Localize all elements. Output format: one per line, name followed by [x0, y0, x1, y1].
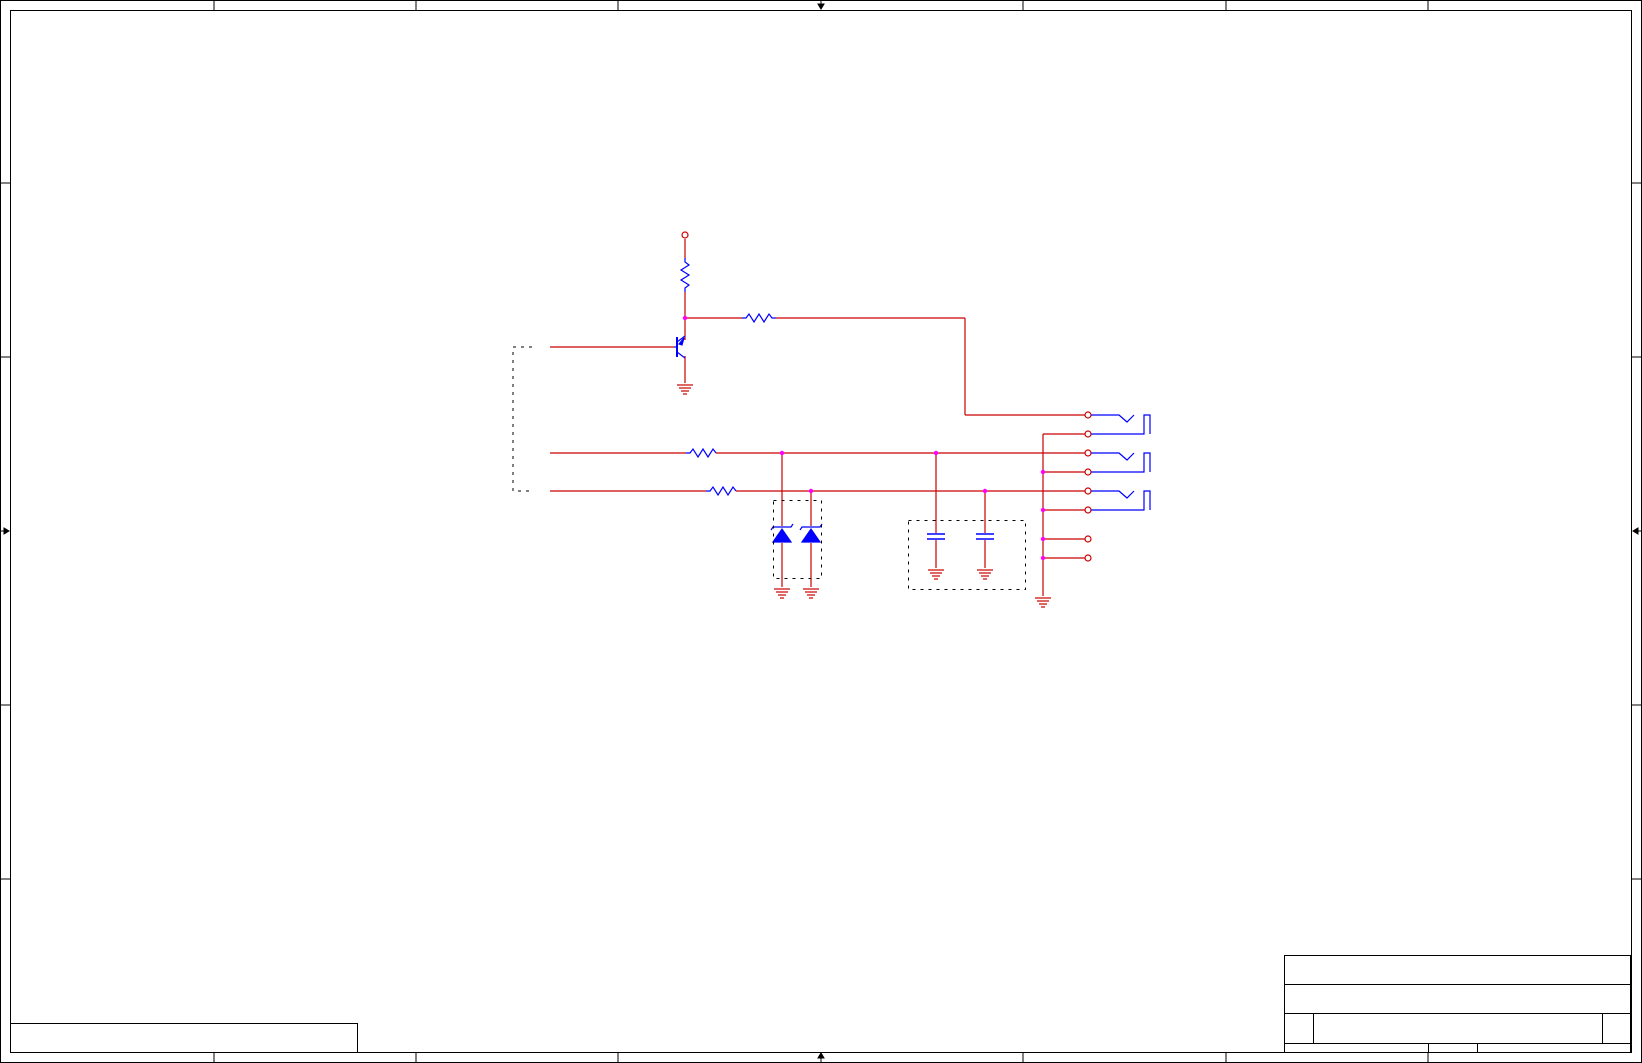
junction-dot — [682, 315, 688, 321]
jack-tip-icon — [1091, 490, 1135, 499]
connector-pin-icon[interactable] — [1084, 535, 1092, 543]
connector-pin-icon[interactable] — [1084, 554, 1092, 562]
junction-dot — [1040, 555, 1046, 561]
jack-sleeve-icon — [1091, 452, 1151, 473]
drawing-frame — [0, 0, 1642, 1063]
capacitor-group-outline — [908, 520, 1026, 590]
capacitors — [927, 533, 994, 540]
jack-tip-icon — [1091, 414, 1135, 423]
junction-dot — [1040, 507, 1046, 513]
connector-pin-icon[interactable] — [1084, 411, 1092, 419]
arrow-left-icon — [1632, 527, 1639, 535]
connector-pin-icon[interactable] — [1084, 468, 1092, 476]
schematic-canvas[interactable] — [0, 0, 1642, 1063]
hierarchical-block-outline[interactable] — [512, 346, 532, 492]
outer-border — [0, 0, 1642, 1063]
diode-1[interactable] — [770, 523, 794, 543]
ground-icon — [928, 569, 944, 580]
ground-icon — [677, 384, 693, 395]
junctions — [682, 315, 1046, 561]
diodes — [770, 523, 823, 543]
dashed-groups — [512, 346, 1026, 590]
junction-dot — [1040, 536, 1046, 542]
connector-pin-icon[interactable] — [1084, 487, 1092, 495]
junction-dot — [779, 450, 785, 456]
connector[interactable] — [1084, 411, 1151, 562]
resistors — [679, 258, 776, 497]
connector-pin-icon[interactable] — [1084, 506, 1092, 514]
jack-sleeve-icon — [1091, 414, 1151, 435]
transistor[interactable] — [674, 335, 686, 359]
jack-sleeve-icon — [1091, 490, 1151, 511]
schematic-sheet — [0, 0, 1642, 1063]
title-block-frame — [1284, 955, 1631, 1053]
ground-icon — [774, 588, 790, 599]
capacitor-1[interactable] — [927, 533, 945, 540]
revision-block — [10, 1023, 358, 1053]
power-port-icon[interactable] — [681, 231, 689, 239]
connector-pin-icon[interactable] — [1084, 430, 1092, 438]
arrow-right-icon — [3, 527, 10, 535]
jack-tip-icon — [1091, 452, 1135, 461]
arrow-up-icon — [817, 1052, 825, 1059]
connector-pin-icon[interactable] — [1084, 449, 1092, 457]
center-markers — [0, 0, 1642, 1063]
resistor-pullup[interactable] — [679, 258, 691, 292]
resistor-line2[interactable] — [686, 447, 717, 459]
junction-dot — [1040, 469, 1046, 475]
grounds — [677, 384, 1051, 608]
capacitor-2[interactable] — [976, 533, 994, 540]
junction-dot — [933, 450, 939, 456]
junction-dot — [808, 488, 814, 494]
arrow-down-icon — [817, 3, 825, 10]
ground-icon — [977, 569, 993, 580]
revision-block-frame — [10, 1023, 358, 1053]
diode-2[interactable] — [799, 523, 823, 543]
inner-border — [10, 10, 1632, 1053]
ground-icon — [1035, 597, 1051, 608]
title-block — [1284, 955, 1631, 1053]
resistor-line3[interactable] — [706, 485, 737, 497]
ground-icon — [803, 588, 819, 599]
resistor-collector[interactable] — [742, 312, 776, 324]
junction-dot — [982, 488, 988, 494]
